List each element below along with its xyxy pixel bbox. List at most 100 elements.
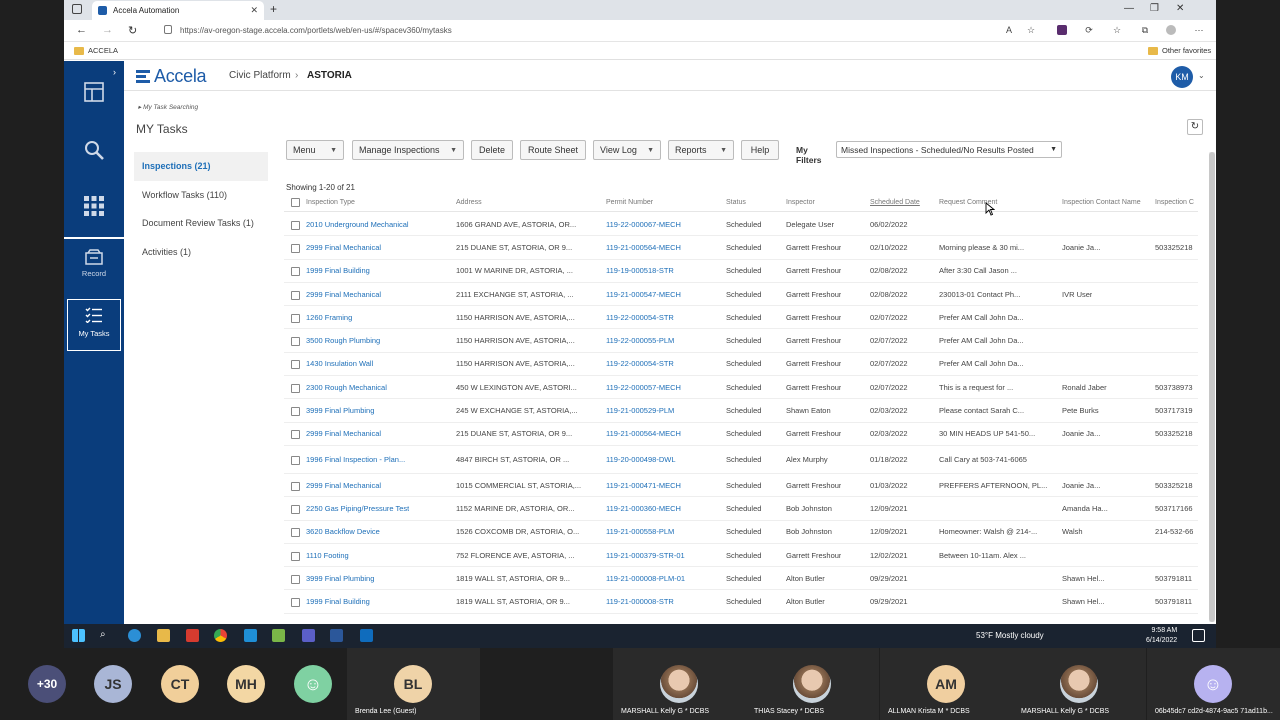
- table-row[interactable]: 1999 Final Building 1001 W MARINE DR, AST…: [284, 260, 1198, 283]
- table-row[interactable]: 1996 Final Inspection - Plan... 4847 BIRC…: [284, 446, 1198, 474]
- table-cell-link[interactable]: 2250 Gas Piping/Pressure Test: [306, 504, 409, 513]
- expand-nav-icon[interactable]: ›: [113, 67, 116, 77]
- task-category-item[interactable]: Activities (1): [134, 238, 268, 267]
- row-checkbox[interactable]: [291, 504, 300, 514]
- row-checkbox[interactable]: [291, 383, 300, 393]
- table-cell-link[interactable]: 3999 Final Plumbing: [306, 406, 374, 415]
- teams-icon[interactable]: [302, 629, 315, 642]
- more-menu-icon[interactable]: ⋯: [1194, 25, 1204, 35]
- column-header[interactable]: Address: [456, 199, 482, 206]
- window-close-icon[interactable]: ✕: [1176, 3, 1184, 14]
- table-cell-link[interactable]: 119-20-000498-DWL: [606, 455, 676, 464]
- table-cell-link[interactable]: 3500 Rough Plumbing: [306, 336, 380, 345]
- weather-widget[interactable]: 53°F Mostly cloudy: [976, 631, 1044, 640]
- table-cell-link[interactable]: 119-21-000379-STR-01: [606, 551, 685, 560]
- row-checkbox[interactable]: [291, 243, 300, 253]
- table-row[interactable]: 2999 Final Mechanical 215 DUANE ST, ASTOR…: [284, 236, 1198, 260]
- row-checkbox[interactable]: [291, 456, 300, 465]
- table-cell-link[interactable]: 119-21-000547-MECH: [606, 290, 681, 299]
- table-row[interactable]: 2999 Final Mechanical 215 DUANE ST, ASTOR…: [284, 423, 1198, 446]
- row-checkbox[interactable]: [291, 481, 300, 491]
- breadcrumb-product[interactable]: Civic Platform: [229, 70, 291, 81]
- collections-icon[interactable]: ⧉: [1140, 25, 1150, 35]
- help-button[interactable]: Help: [741, 140, 779, 160]
- sync-icon[interactable]: ⟳: [1084, 25, 1094, 35]
- column-header[interactable]: Inspection Type: [306, 199, 355, 206]
- table-cell-link[interactable]: 1430 Insulation Wall: [306, 359, 373, 368]
- file-explorer-icon[interactable]: [157, 629, 170, 642]
- guest-person-icon[interactable]: ☺: [294, 665, 332, 703]
- table-cell-link[interactable]: 1999 Final Building: [306, 266, 370, 275]
- record-nav[interactable]: Record: [64, 249, 124, 278]
- table-cell-link[interactable]: 2300 Rough Mechanical: [306, 383, 387, 392]
- row-checkbox[interactable]: [291, 430, 300, 440]
- reload-icon[interactable]: ↻: [128, 24, 137, 37]
- close-tab-icon[interactable]: ✕: [250, 5, 258, 16]
- table-cell-link[interactable]: 119-22-000057-MECH: [606, 383, 681, 392]
- column-header[interactable]: Inspector: [786, 199, 815, 206]
- profile-icon[interactable]: [1166, 25, 1176, 35]
- notifications-icon[interactable]: [1192, 629, 1205, 642]
- app-icon-s-red[interactable]: [186, 629, 199, 642]
- table-row[interactable]: 2010 Underground Mechanical 1606 GRAND AV…: [284, 213, 1198, 237]
- outlook-icon[interactable]: [360, 629, 373, 642]
- row-checkbox[interactable]: [291, 598, 300, 608]
- table-row[interactable]: 2250 Gas Piping/Pressure Test 1152 MARINE…: [284, 497, 1198, 521]
- table-cell-link[interactable]: 1999 Final Building: [306, 597, 370, 606]
- favorites-icon[interactable]: ☆: [1112, 25, 1122, 35]
- table-cell-link[interactable]: 119-21-000529-PLM: [606, 406, 674, 415]
- table-cell-link[interactable]: 119-21-000360-MECH: [606, 504, 681, 513]
- row-checkbox[interactable]: [291, 574, 300, 584]
- dashboard-nav[interactable]: [64, 81, 124, 103]
- scrollbar-thumb[interactable]: [1209, 152, 1215, 622]
- table-cell-link[interactable]: 2999 Final Mechanical: [306, 243, 381, 252]
- table-row[interactable]: 2999 Final Mechanical 2111 EXCHANGE ST, A…: [284, 283, 1198, 307]
- table-row[interactable]: 1999 Final Building 1819 WALL ST, ASTORIA…: [284, 591, 1198, 614]
- menu-dropdown[interactable]: Menu ▼: [286, 140, 344, 160]
- manage-inspections-dropdown[interactable]: Manage Inspections ▼: [352, 140, 464, 160]
- row-checkbox[interactable]: [291, 267, 300, 277]
- favorite-accela[interactable]: ACCELA: [74, 46, 118, 55]
- table-cell-link[interactable]: 119-22-000054-STR: [606, 313, 674, 322]
- table-row[interactable]: 1430 Insulation Wall 1150 HARRISON AVE, A…: [284, 353, 1198, 377]
- table-cell-link[interactable]: 119-21-000564-MECH: [606, 243, 681, 252]
- table-row[interactable]: 1110 Footing 752 FLORENCE AVE, ASTORIA, .…: [284, 544, 1198, 568]
- table-cell-link[interactable]: 119-21-000564-MECH: [606, 429, 681, 438]
- new-tab-icon[interactable]: +: [270, 2, 277, 16]
- table-row[interactable]: 3620 Backflow Device 1526 COXCOMB DR, AST…: [284, 521, 1198, 544]
- route-sheet-button[interactable]: Route Sheet: [520, 140, 586, 160]
- word-icon[interactable]: [330, 629, 343, 642]
- table-row[interactable]: 2999 Final Mechanical 1015 COMMERCIAL ST,…: [284, 474, 1198, 498]
- table-cell-link[interactable]: 119-22-000055-PLM: [606, 336, 674, 345]
- search-icon[interactable]: ⌕: [100, 629, 113, 642]
- browser-tab[interactable]: Accela Automation ✕: [92, 1, 264, 20]
- row-checkbox[interactable]: [291, 220, 300, 230]
- table-cell-link[interactable]: 2010 Underground Mechanical: [306, 220, 409, 229]
- restore-icon[interactable]: ❐: [1150, 3, 1159, 14]
- chevron-down-icon[interactable]: ⌄: [1198, 71, 1205, 80]
- row-checkbox[interactable]: [291, 407, 300, 417]
- table-cell-link[interactable]: 1260 Framing: [306, 313, 352, 322]
- read-aloud-icon[interactable]: A: [1004, 25, 1014, 35]
- reports-dropdown[interactable]: Reports ▼: [668, 140, 734, 160]
- table-cell-link[interactable]: 119-21-000558-PLM: [606, 527, 674, 536]
- table-cell-link[interactable]: 119-21-000008-STR: [606, 597, 674, 606]
- row-checkbox[interactable]: [291, 290, 300, 300]
- forward-icon[interactable]: →: [102, 24, 113, 36]
- tab-actions-icon[interactable]: [72, 4, 82, 14]
- search-breadcrumb[interactable]: ▸ My Task Searching: [138, 103, 198, 111]
- column-header[interactable]: Scheduled Date: [870, 199, 920, 206]
- app-icon-s-blue[interactable]: [244, 629, 257, 642]
- table-cell-link[interactable]: 119-21-000008-PLM-01: [606, 574, 685, 583]
- task-category-item[interactable]: Inspections (21): [134, 152, 268, 181]
- participant-avatar[interactable]: BL: [394, 665, 432, 703]
- vertical-scrollbar[interactable]: [1209, 152, 1215, 622]
- table-cell-link[interactable]: 1996 Final Inspection - Plan...: [306, 455, 405, 464]
- table-cell-link[interactable]: 1110 Footing: [306, 551, 349, 560]
- app-icon-green[interactable]: [272, 629, 285, 642]
- row-checkbox[interactable]: [291, 360, 300, 370]
- my-tasks-nav[interactable]: My Tasks: [67, 299, 121, 351]
- select-all-checkbox[interactable]: [291, 198, 300, 207]
- delete-button[interactable]: Delete: [471, 140, 513, 160]
- table-row[interactable]: 3500 Rough Plumbing 1150 HARRISON AVE, AS…: [284, 330, 1198, 353]
